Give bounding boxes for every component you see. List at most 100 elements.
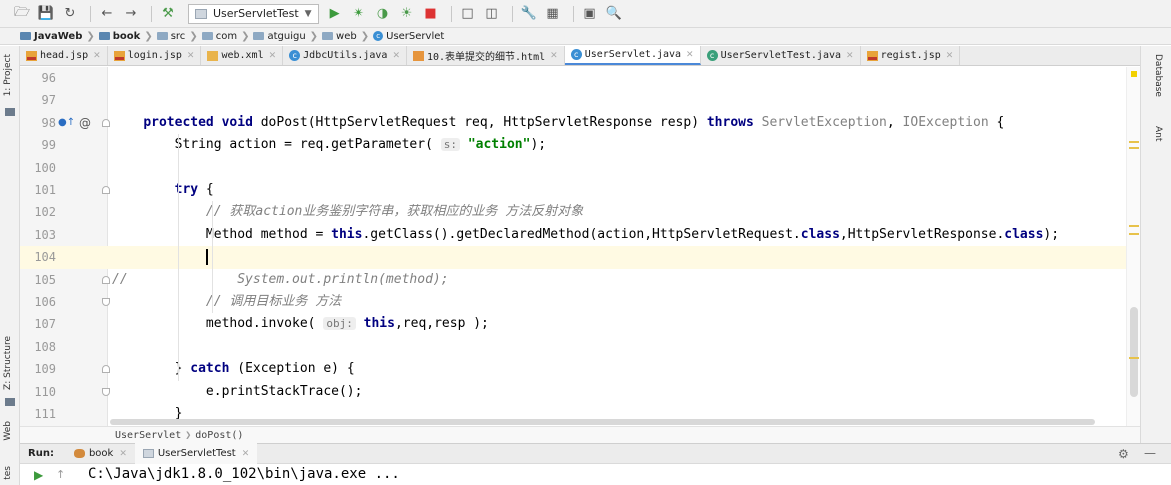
frame-icon[interactable]: □ bbox=[458, 4, 478, 24]
warning-marker[interactable] bbox=[1131, 71, 1137, 77]
forward-icon[interactable]: → bbox=[121, 4, 141, 24]
code-line[interactable]: 100 bbox=[20, 157, 1140, 179]
editor-tab[interactable]: c UserServlet.java ✕ bbox=[564, 46, 701, 65]
close-icon[interactable]: ✕ bbox=[550, 51, 558, 61]
code-line[interactable]: 103 Method method = this.getClass().getD… bbox=[20, 224, 1140, 246]
terminal-icon[interactable]: ▣ bbox=[580, 4, 600, 24]
editor-tab[interactable]: regist.jsp ✕ bbox=[861, 46, 961, 65]
crumb-class[interactable]: c UserServlet bbox=[373, 31, 444, 42]
vertical-scrollbar[interactable] bbox=[1126, 67, 1140, 426]
close-icon[interactable]: ✕ bbox=[686, 50, 694, 60]
code-line[interactable]: 102 // 获取action业务鉴别字符串，获取相应的业务 方法反射对象 bbox=[20, 201, 1140, 223]
web-tool-tab[interactable]: Web bbox=[3, 421, 17, 441]
editor-tab-label: UserServletTest.java bbox=[720, 50, 842, 61]
crumb-project[interactable]: JavaWeb bbox=[20, 31, 82, 42]
ant-tool-tab[interactable]: Ant bbox=[1153, 126, 1163, 141]
run-tab-book[interactable]: book ✕ bbox=[66, 443, 135, 464]
close-icon[interactable]: ✕ bbox=[269, 51, 277, 61]
code-line[interactable]: 109 } catch (Exception e) { bbox=[20, 358, 1140, 380]
code-line[interactable]: 107 method.invoke( obj: this,req,resp ); bbox=[20, 313, 1140, 335]
editor-tab[interactable]: 10.表单提交的细节.html ✕ bbox=[407, 46, 565, 65]
favorites-tool-tab[interactable]: tes bbox=[3, 466, 17, 480]
rerun-icon[interactable]: ▶ bbox=[34, 468, 43, 482]
close-icon[interactable]: ✕ bbox=[392, 51, 400, 61]
gear-icon[interactable]: ⚙ bbox=[1118, 447, 1129, 461]
code-line[interactable]: 101 try { bbox=[20, 179, 1140, 201]
code-line[interactable]: 99 String action = req.getParameter( s: … bbox=[20, 134, 1140, 156]
crumb-atguigu[interactable]: atguigu bbox=[253, 31, 306, 42]
editor-tab[interactable]: c UserServletTest.java ✕ bbox=[701, 46, 861, 65]
code-line[interactable]: 104 bbox=[20, 246, 1140, 269]
save-icon[interactable]: 💾 bbox=[36, 4, 56, 24]
code-line[interactable]: 110 e.printStackTrace(); bbox=[20, 381, 1140, 403]
error-stripe-marker[interactable] bbox=[1129, 233, 1139, 235]
back-icon[interactable]: ← bbox=[97, 4, 117, 24]
code-line[interactable]: 98 protected void doPost(HttpServletRequ… bbox=[20, 112, 1140, 134]
wrench-icon[interactable]: 🔧 bbox=[519, 4, 539, 24]
crumb-src[interactable]: src bbox=[156, 31, 185, 42]
navigation-bar: JavaWeb ❯ book ❯ src ❯ com ❯ atguigu ❯ w… bbox=[0, 28, 1171, 45]
error-stripe-marker[interactable] bbox=[1129, 141, 1139, 143]
minimize-icon[interactable]: — bbox=[1144, 446, 1156, 460]
code-line[interactable]: 105 // System.out.println(method); bbox=[20, 269, 1140, 291]
override-method-icon[interactable]: ●↑ bbox=[58, 117, 75, 128]
code-token: throws bbox=[706, 114, 754, 130]
frame2-icon[interactable]: ◫ bbox=[482, 4, 502, 24]
scrollbar-thumb[interactable] bbox=[1130, 307, 1138, 397]
project-tool-tab[interactable]: 1: Project bbox=[3, 54, 17, 96]
close-icon[interactable]: ✕ bbox=[187, 51, 195, 61]
code-text: // 调用目标业务 方法 bbox=[112, 291, 341, 313]
run-configuration-select[interactable]: UserServletTest ▼ bbox=[188, 3, 319, 24]
close-icon[interactable]: ✕ bbox=[946, 51, 954, 61]
run-console[interactable]: ▶ ↑ C:\Java\jdk1.8.0_102\bin\java.exe ..… bbox=[20, 465, 1171, 485]
close-icon[interactable]: ✕ bbox=[242, 449, 250, 459]
error-stripe-marker[interactable] bbox=[1129, 357, 1139, 359]
folder-open-icon[interactable]: 🗁 bbox=[12, 4, 32, 24]
fold-toggle-icon[interactable] bbox=[102, 118, 110, 127]
line-number: 109 bbox=[34, 362, 56, 377]
fold-toggle-icon[interactable] bbox=[102, 365, 110, 374]
crumb-label: web bbox=[336, 30, 357, 42]
code-line[interactable]: 96 bbox=[20, 67, 1140, 89]
breadcrumb-method[interactable]: doPost() bbox=[195, 430, 243, 441]
run-tab-userservlettest[interactable]: UserServletTest ✕ bbox=[134, 443, 258, 464]
coverage-icon[interactable]: ◑ bbox=[373, 4, 393, 24]
close-icon[interactable]: ✕ bbox=[846, 51, 854, 61]
fold-toggle-icon[interactable] bbox=[102, 275, 110, 284]
crumb-com[interactable]: com bbox=[201, 31, 237, 42]
run-icon[interactable]: ▶ bbox=[325, 4, 345, 24]
error-stripe-marker[interactable] bbox=[1129, 147, 1139, 149]
project-structure-icon[interactable]: ▦ bbox=[543, 4, 563, 24]
profile-icon[interactable]: ☀ bbox=[397, 4, 417, 24]
database-tool-tab[interactable]: Database bbox=[1153, 54, 1163, 97]
crumb-module[interactable]: book bbox=[98, 31, 140, 42]
structure-tool-tab[interactable]: Z: Structure bbox=[3, 336, 17, 390]
search-icon[interactable]: 🔍 bbox=[604, 4, 624, 24]
close-icon[interactable]: ✕ bbox=[93, 51, 101, 61]
code-token: { bbox=[988, 114, 1005, 130]
editor-tab[interactable]: login.jsp ✕ bbox=[108, 46, 202, 65]
crumb-web[interactable]: web bbox=[322, 31, 357, 42]
horizontal-scrollbar[interactable] bbox=[110, 419, 1095, 425]
code-line[interactable]: 108 bbox=[20, 336, 1140, 358]
editor-tab[interactable]: head.jsp ✕ bbox=[20, 46, 108, 65]
fold-toggle-icon[interactable] bbox=[102, 387, 110, 396]
debug-icon[interactable]: ✴ bbox=[349, 4, 369, 24]
editor-tab[interactable]: web.xml ✕ bbox=[201, 46, 284, 65]
arrow-up-icon[interactable]: ↑ bbox=[56, 468, 65, 481]
editor-tab[interactable]: c JdbcUtils.java ✕ bbox=[283, 46, 407, 65]
fold-toggle-icon[interactable] bbox=[102, 298, 110, 306]
fold-toggle-icon[interactable] bbox=[102, 186, 110, 194]
structure-panel-icon bbox=[5, 398, 15, 406]
code-editor[interactable]: 96 97 98 protected void doPost(HttpServlet… bbox=[20, 67, 1140, 426]
code-line[interactable]: 97 bbox=[20, 89, 1140, 111]
error-stripe-marker[interactable] bbox=[1129, 225, 1139, 227]
annotation-icon[interactable]: @ bbox=[79, 116, 91, 130]
sync-icon[interactable]: ↻ bbox=[60, 4, 80, 24]
breadcrumb-class[interactable]: UserServlet bbox=[115, 430, 181, 441]
build-hammer-icon[interactable]: ⚒ bbox=[158, 4, 178, 24]
code-line[interactable]: 106 // 调用目标业务 方法 bbox=[20, 291, 1140, 313]
close-icon[interactable]: ✕ bbox=[119, 449, 127, 459]
stop-icon[interactable]: ■ bbox=[421, 4, 441, 24]
